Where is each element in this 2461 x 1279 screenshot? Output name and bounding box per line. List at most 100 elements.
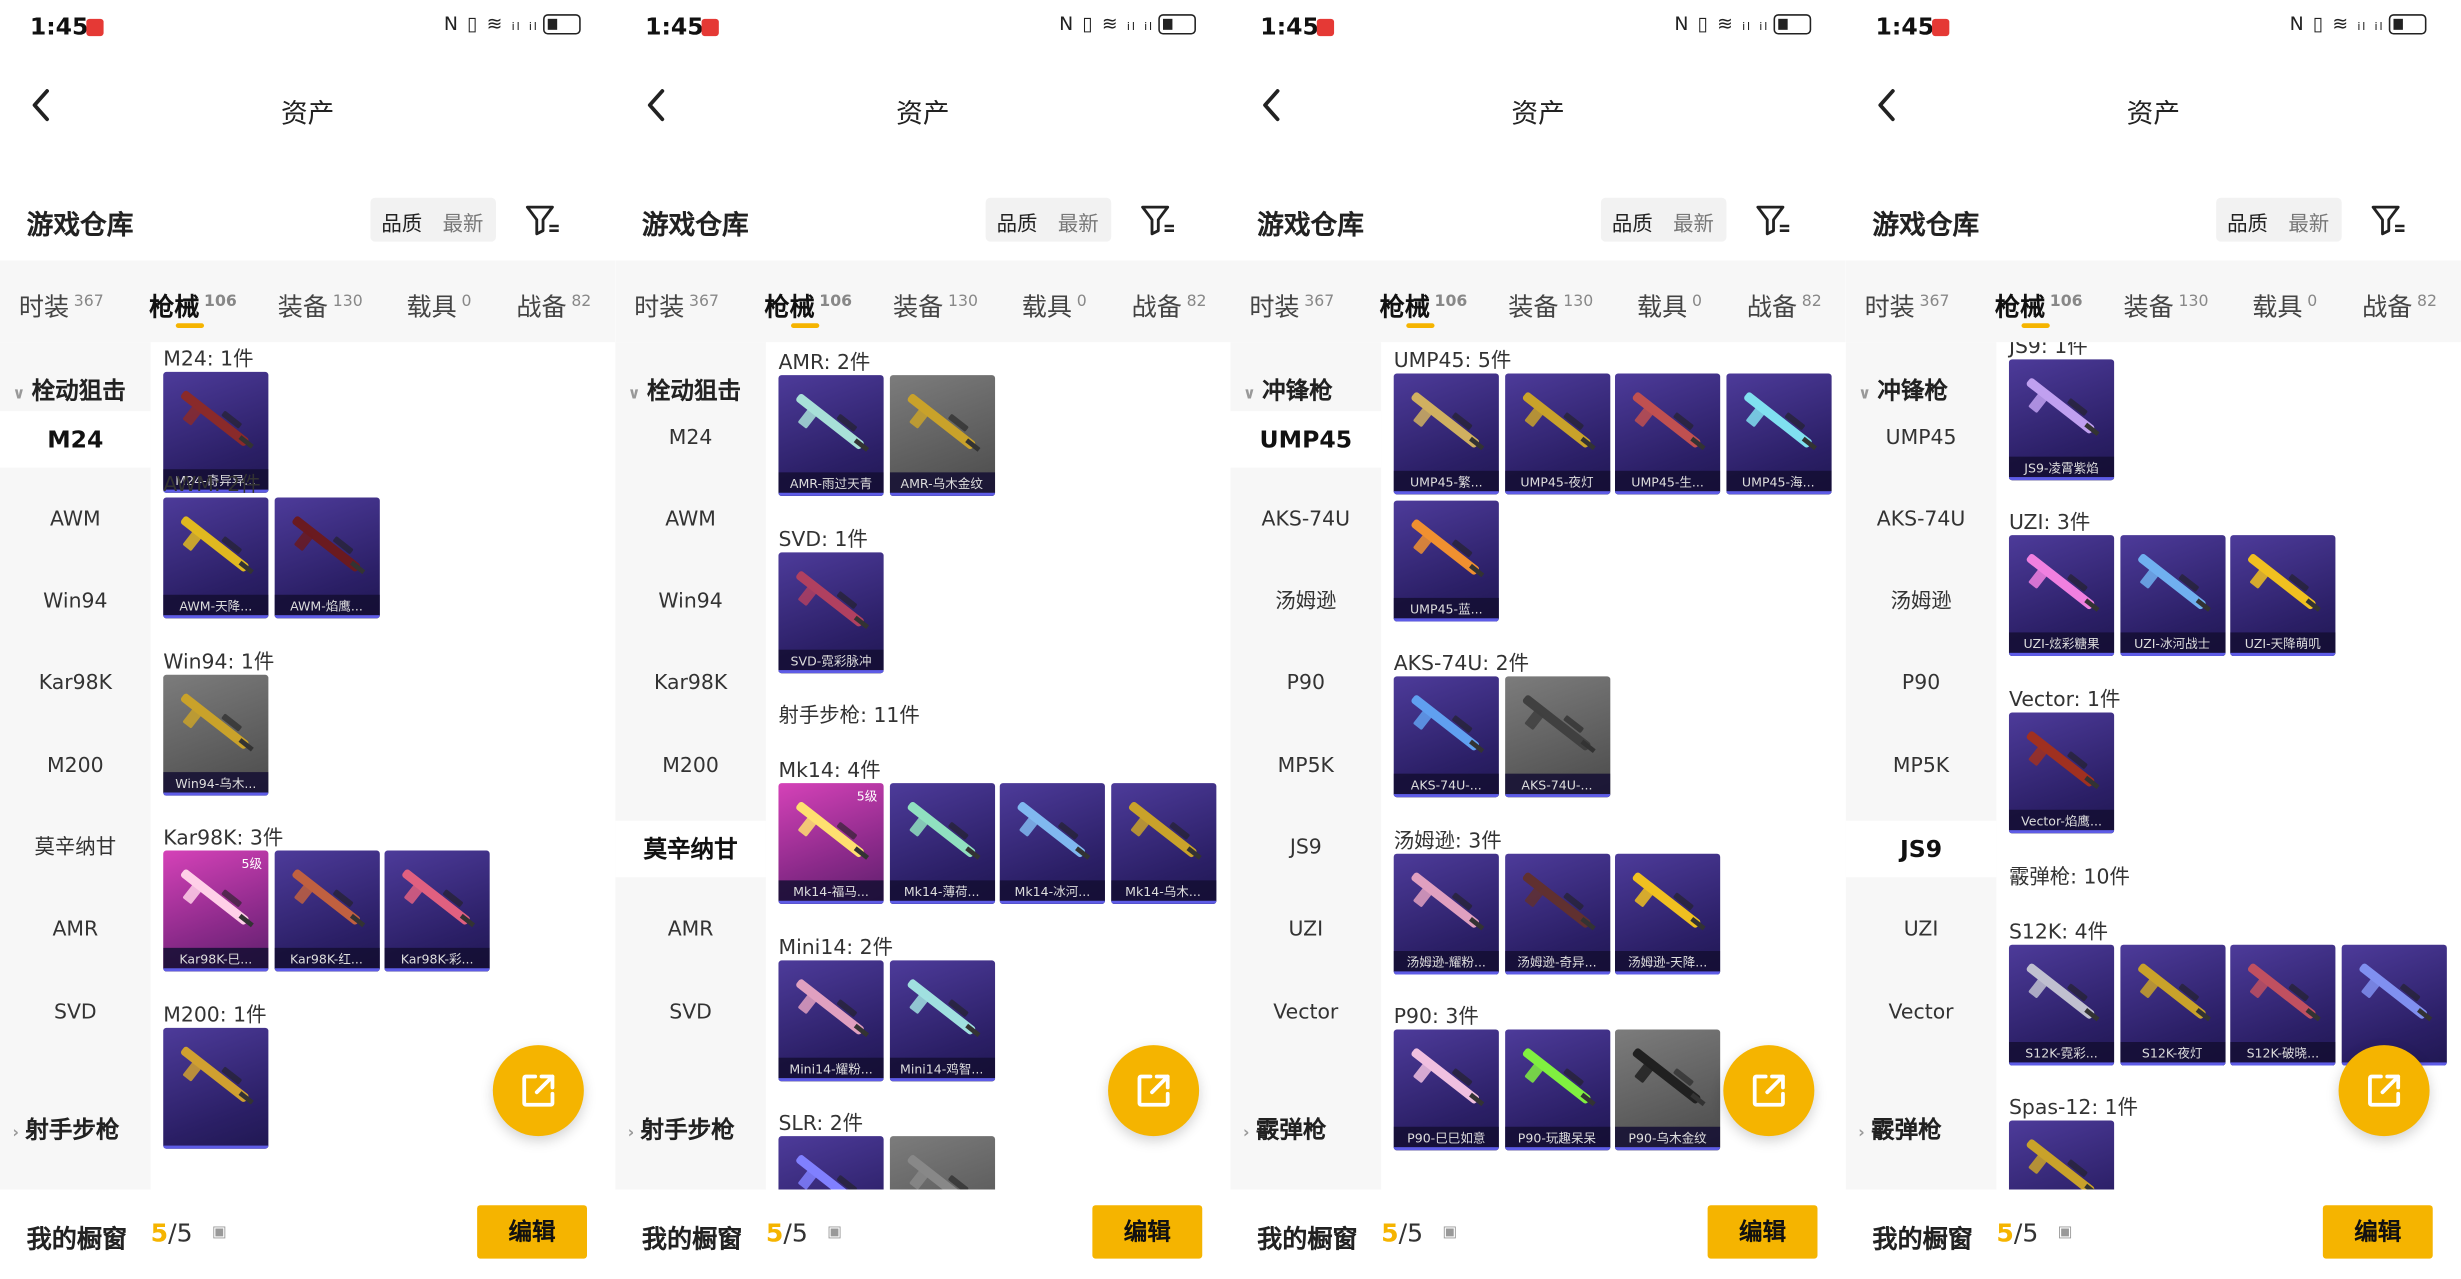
share-button[interactable]: [2338, 1045, 2430, 1137]
sidebar-item[interactable]: JS9: [1230, 821, 1381, 877]
sidebar-item[interactable]: AWM: [0, 493, 151, 549]
filter-icon[interactable]: [1755, 201, 1793, 239]
weapon-skin-card[interactable]: AWM-天降...: [163, 497, 269, 619]
weapon-skin-card[interactable]: [163, 1027, 269, 1149]
weapon-skin-card[interactable]: 汤姆逊-天降...: [1615, 853, 1721, 975]
tab-fashion[interactable]: 时装 367: [634, 286, 719, 324]
sidebar-item[interactable]: M200: [0, 739, 151, 795]
filter-icon[interactable]: [2370, 201, 2408, 239]
weapon-skin-card[interactable]: UMP45-蓝...: [1393, 500, 1499, 622]
sidebar-item[interactable]: Kar98K: [615, 656, 766, 712]
sidebar-item[interactable]: UZI: [1230, 902, 1381, 958]
filter-icon[interactable]: [1139, 201, 1177, 239]
tab-supplies[interactable]: 战备 82: [2362, 286, 2437, 324]
sidebar-category-collapsed[interactable]: › 霰弹枪: [1858, 1113, 1941, 1146]
sidebar-item[interactable]: SVD: [615, 986, 766, 1042]
share-button[interactable]: [492, 1045, 584, 1137]
sidebar-item[interactable]: Vector: [1230, 986, 1381, 1042]
sidebar-item[interactable]: UMP45: [1846, 411, 1997, 467]
sidebar-item[interactable]: JS9: [1845, 820, 1997, 878]
sidebar-category-expanded[interactable]: ∨ 冲锋枪: [1243, 373, 1333, 406]
sidebar-item[interactable]: M200: [615, 739, 766, 795]
sidebar-category-collapsed[interactable]: › 霰弹枪: [1243, 1113, 1326, 1146]
sidebar-category-collapsed[interactable]: › 射手步枪: [13, 1113, 120, 1146]
weapon-skin-card[interactable]: Mk14-冰河...: [999, 783, 1105, 904]
weapon-skin-card[interactable]: UMP45-繁...: [1393, 373, 1499, 495]
sidebar-item[interactable]: Win94: [0, 574, 151, 630]
sidebar-category-collapsed[interactable]: › 射手步枪: [628, 1113, 735, 1146]
weapon-skin-card[interactable]: UZI-冰河战士: [2119, 535, 2225, 656]
sidebar-category-expanded[interactable]: ∨ 冲锋枪: [1858, 373, 1948, 406]
tab-guns[interactable]: 枪械 106: [1380, 286, 1467, 328]
sidebar-item[interactable]: 莫辛纳甘: [0, 821, 151, 877]
weapon-skin-card[interactable]: Kar98K-红...: [273, 850, 380, 972]
weapon-skin-card[interactable]: AMR-雨过天青: [778, 375, 884, 496]
sidebar-item[interactable]: AMR: [615, 902, 766, 958]
sort-newest-option[interactable]: 最新: [2288, 207, 2329, 237]
weapon-skin-card[interactable]: Vector-焰鹰...: [2008, 712, 2115, 834]
tab-vehicles[interactable]: 载具 0: [1637, 286, 1702, 324]
tab-vehicles[interactable]: 载具 0: [407, 286, 472, 324]
sidebar-item[interactable]: MP5K: [1230, 739, 1381, 795]
sidebar-item[interactable]: M24: [615, 411, 766, 467]
weapon-skin-card[interactable]: AKS-74U-...: [1393, 676, 1499, 798]
sidebar-item[interactable]: Kar98K: [0, 656, 151, 712]
sidebar-item[interactable]: AWM: [615, 493, 766, 549]
weapon-skin-card[interactable]: [889, 1136, 995, 1190]
weapon-skin-card[interactable]: UZI-天降萌叽: [2230, 535, 2336, 656]
sort-quality-option[interactable]: 品质: [997, 207, 1038, 237]
edit-button[interactable]: 编辑: [1707, 1205, 1818, 1259]
tab-vehicles[interactable]: 载具 0: [2252, 286, 2317, 324]
weapon-skin-card[interactable]: [2008, 1120, 2115, 1190]
weapon-skin-card[interactable]: Mini14-耀粉...: [778, 960, 884, 1082]
weapon-skin-card[interactable]: UZI-炫彩糖果: [2008, 535, 2115, 656]
weapon-skin-card[interactable]: SVD-霓彩脉冲: [778, 552, 884, 674]
tab-fashion[interactable]: 时装 367: [1865, 286, 1950, 324]
sidebar-item[interactable]: P90: [1230, 656, 1381, 712]
sidebar-item[interactable]: Vector: [1846, 986, 1997, 1042]
weapon-skin-card[interactable]: P90-乌木金纹: [1615, 1029, 1721, 1151]
tab-guns[interactable]: 枪械 106: [149, 286, 237, 328]
tab-fashion[interactable]: 时装 367: [1249, 286, 1334, 324]
weapon-skin-card[interactable]: AMR-乌木金纹: [889, 375, 995, 496]
weapon-skin-card[interactable]: 汤姆逊-奇异...: [1504, 853, 1610, 975]
weapon-skin-card[interactable]: UMP45-海...: [1725, 373, 1831, 495]
sidebar-item[interactable]: P90: [1846, 656, 1997, 712]
sidebar-item[interactable]: AKS-74U: [1230, 493, 1381, 549]
tab-supplies[interactable]: 战备 82: [516, 286, 591, 324]
share-button[interactable]: [1108, 1045, 1200, 1137]
weapon-skin-card[interactable]: Mini14-鸡智...: [889, 960, 995, 1082]
sort-newest-option[interactable]: 最新: [443, 207, 484, 237]
sidebar-item[interactable]: AKS-74U: [1846, 493, 1997, 549]
sort-newest-option[interactable]: 最新: [1058, 207, 1099, 237]
tab-guns[interactable]: 枪械 106: [764, 286, 852, 328]
tab-gear[interactable]: 装备 130: [1508, 286, 1593, 324]
weapon-skin-card[interactable]: Mk14-薄荷...: [889, 783, 995, 904]
sidebar-item[interactable]: 汤姆逊: [1846, 574, 1997, 630]
sidebar-item[interactable]: 汤姆逊: [1230, 574, 1381, 630]
weapon-skin-card[interactable]: [778, 1136, 884, 1190]
tab-fashion[interactable]: 时装 367: [19, 286, 104, 324]
weapon-skin-card[interactable]: Win94-乌木...: [163, 674, 269, 796]
weapon-skin-card[interactable]: S12K-破晓...: [2230, 944, 2336, 1066]
sidebar-item[interactable]: M24: [0, 411, 151, 468]
tab-vehicles[interactable]: 载具 0: [1022, 286, 1087, 324]
sidebar-category-expanded[interactable]: ∨ 栓动狙击: [13, 373, 126, 406]
weapon-skin-card[interactable]: S12K-夜灯: [2119, 944, 2225, 1066]
weapon-skin-card[interactable]: AKS-74U-...: [1504, 676, 1610, 798]
weapon-skin-card[interactable]: UMP45-夜灯: [1504, 373, 1610, 495]
sort-newest-option[interactable]: 最新: [1673, 207, 1714, 237]
weapon-skin-card[interactable]: AWM-焰鹰...: [273, 497, 380, 619]
tab-supplies[interactable]: 战备 82: [1132, 286, 1207, 324]
weapon-skin-card[interactable]: S12K-霓彩...: [2008, 944, 2115, 1066]
edit-button[interactable]: 编辑: [1092, 1205, 1203, 1259]
sidebar-item[interactable]: 莫辛纳甘: [615, 820, 766, 878]
weapon-skin-card[interactable]: P90-巳巳如意: [1393, 1029, 1499, 1151]
weapon-skin-card[interactable]: 5级 Kar98K-巳...: [163, 850, 269, 972]
edit-button[interactable]: 编辑: [2322, 1205, 2433, 1259]
weapon-skin-card[interactable]: 汤姆逊-耀粉...: [1393, 853, 1499, 975]
sidebar-item[interactable]: UZI: [1846, 902, 1997, 958]
sidebar-item[interactable]: AMR: [0, 902, 151, 958]
sidebar-item[interactable]: SVD: [0, 986, 151, 1042]
sort-quality-option[interactable]: 品质: [1612, 207, 1653, 237]
